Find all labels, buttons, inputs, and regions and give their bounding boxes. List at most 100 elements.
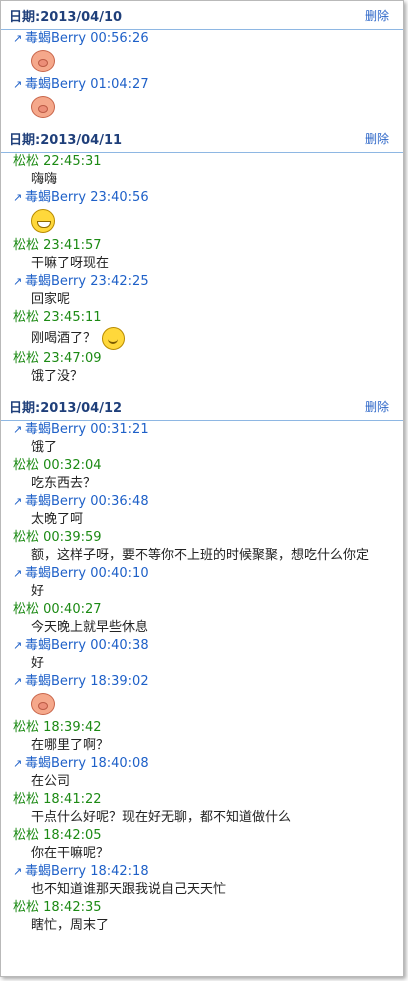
message-sender: 松松 22:45:31: [13, 153, 403, 171]
message-text-content: 刚喝酒了？: [31, 331, 97, 346]
sender-name-time: 毒蝎Berry 23:42:25: [25, 274, 149, 289]
sender-name-time: 松松 18:41:22: [13, 792, 102, 807]
message-text-content: 干点什么好呢？现在好无聊，都不知道做什么: [31, 810, 292, 825]
sender-name-time: 毒蝎Berry 00:36:48: [25, 494, 149, 509]
message-text-content: 饿了: [31, 440, 58, 455]
message-item: 松松 23:47:09 饿了没？: [1, 350, 403, 386]
sender-name-time: 松松 00:32:04: [13, 458, 102, 473]
grin-emoji-icon: [31, 209, 55, 233]
message-item: 松松 18:42:35 瞎忙，周末了: [1, 899, 403, 935]
sender-name-time: 松松 00:40:27: [13, 602, 102, 617]
message-text-content: 在公司: [31, 774, 71, 789]
pig-emoji-icon: [31, 50, 55, 72]
message-sender: ↗ 毒蝎Berry 00:31:21: [13, 421, 403, 439]
message-sender: ↗ 毒蝎Berry 18:39:02: [13, 673, 403, 691]
sender-name-time: 毒蝎Berry 00:40:10: [25, 566, 149, 581]
date-title: 日期:2013/04/10: [9, 9, 123, 25]
smile-emoji-icon: [102, 327, 126, 350]
message-text-content: 吃东西去？: [31, 476, 97, 491]
outgoing-arrow-icon: ↗: [13, 567, 23, 580]
message-text: 嗨嗨: [13, 171, 403, 189]
message-sender: ↗ 毒蝎Berry 00:56:26: [13, 30, 403, 48]
message-item: ↗ 毒蝎Berry 00:36:48 太晚了呵: [1, 493, 403, 529]
message-sender: 松松 18:39:42: [13, 719, 403, 737]
day-section: 日期:2013/04/12 删除 ↗ 毒蝎Berry 00:31:21 饿了 松松 00:…: [1, 392, 403, 935]
sender-name-time: 毒蝎Berry 00:56:26: [25, 31, 149, 46]
sender-name-time: 毒蝎Berry 18:39:02: [25, 674, 149, 689]
sender-name-time: 毒蝎Berry 18:40:08: [25, 756, 149, 771]
message-item: ↗ 毒蝎Berry 18:39:02: [1, 673, 403, 715]
message-sender: 松松 00:40:27: [13, 601, 403, 619]
message-text-content: 瞎忙，周末了: [31, 918, 110, 933]
message-text: 干点什么好呢？现在好无聊，都不知道做什么: [13, 809, 403, 827]
date-header: 日期:2013/04/11 删除: [1, 124, 403, 153]
delete-link[interactable]: 删除: [365, 398, 389, 415]
day-section: 日期:2013/04/10 删除 ↗ 毒蝎Berry 00:56:26 ↗ 毒蝎Berry…: [1, 1, 403, 118]
message-text-content: 在哪里了啊？: [31, 738, 110, 753]
message-sender: ↗ 毒蝎Berry 00:40:38: [13, 637, 403, 655]
message-sender: ↗ 毒蝎Berry 23:40:56: [13, 189, 403, 207]
message-item: 松松 18:39:42 在哪里了啊？: [1, 719, 403, 755]
message-text: 你在干嘛呢？: [13, 845, 403, 863]
message-sender: ↗ 毒蝎Berry 18:42:18: [13, 863, 403, 881]
chat-history-panel: 日期:2013/04/10 删除 ↗ 毒蝎Berry 00:56:26 ↗ 毒蝎Berry…: [0, 0, 404, 977]
message-item: 松松 00:40:27 今天晚上就早些休息: [1, 601, 403, 637]
message-item: ↗ 毒蝎Berry 18:42:18 也不知道谁那天跟我说自己天天忙: [1, 863, 403, 899]
delete-link[interactable]: 删除: [365, 130, 389, 147]
message-sender: ↗ 毒蝎Berry 00:40:10: [13, 565, 403, 583]
message-text-content: 额，这样子呀，要不等你不上班的时候聚聚，想吃什么你定: [31, 548, 370, 563]
message-text: 太晚了呵: [13, 511, 403, 529]
message-text-content: 也不知道谁那天跟我说自己天天忙: [31, 882, 227, 897]
message-item: 松松 23:45:11 刚喝酒了？: [1, 309, 403, 350]
message-text: 好: [13, 583, 403, 601]
message-sender: 松松 23:47:09: [13, 350, 403, 368]
outgoing-arrow-icon: ↗: [13, 275, 23, 288]
message-text: 在公司: [13, 773, 403, 791]
message-text: 回家呢: [13, 291, 403, 309]
message-item: 松松 00:39:59 额，这样子呀，要不等你不上班的时候聚聚，想吃什么你定: [1, 529, 403, 565]
message-sender: 松松 18:42:05: [13, 827, 403, 845]
sender-name-time: 松松 22:45:31: [13, 154, 102, 169]
message-text: 瞎忙，周末了: [13, 917, 403, 935]
message-sender: 松松 18:41:22: [13, 791, 403, 809]
date-header: 日期:2013/04/10 删除: [1, 1, 403, 30]
delete-link[interactable]: 删除: [365, 7, 389, 24]
message-text: 在哪里了啊？: [13, 737, 403, 755]
message-item: 松松 18:41:22 干点什么好呢？现在好无聊，都不知道做什么: [1, 791, 403, 827]
outgoing-arrow-icon: ↗: [13, 865, 23, 878]
message-sender: ↗ 毒蝎Berry 18:40:08: [13, 755, 403, 773]
date-title: 日期:2013/04/11: [9, 132, 123, 148]
message-text: 今天晚上就早些休息: [13, 619, 403, 637]
message-item: ↗ 毒蝎Berry 23:40:56: [1, 189, 403, 233]
message-text: 刚喝酒了？: [13, 327, 403, 350]
message-sender: 松松 00:32:04: [13, 457, 403, 475]
message-sender: ↗ 毒蝎Berry 01:04:27: [13, 76, 403, 94]
outgoing-arrow-icon: ↗: [13, 495, 23, 508]
outgoing-arrow-icon: ↗: [13, 757, 23, 770]
sender-name-time: 松松 18:39:42: [13, 720, 102, 735]
sender-name-time: 松松 00:39:59: [13, 530, 102, 545]
outgoing-arrow-icon: ↗: [13, 639, 23, 652]
sender-name-time: 毒蝎Berry 00:31:21: [25, 422, 149, 437]
message-sender: 松松 18:42:35: [13, 899, 403, 917]
message-item: ↗ 毒蝎Berry 00:40:38 好: [1, 637, 403, 673]
message-text-content: 你在干嘛呢？: [31, 846, 110, 861]
message-text-content: 饿了没？: [31, 369, 84, 384]
message-item: 松松 23:41:57 干嘛了呀现在: [1, 237, 403, 273]
outgoing-arrow-icon: ↗: [13, 78, 23, 91]
message-text: 干嘛了呀现在: [13, 255, 403, 273]
outgoing-arrow-icon: ↗: [13, 191, 23, 204]
outgoing-arrow-icon: ↗: [13, 423, 23, 436]
message-text-content: 回家呢: [31, 292, 71, 307]
message-text-content: 太晚了呵: [31, 512, 84, 527]
sender-name-time: 松松 23:41:57: [13, 238, 102, 253]
sender-name-time: 毒蝎Berry 00:40:38: [25, 638, 149, 653]
message-sender: 松松 23:45:11: [13, 309, 403, 327]
message-text-content: 今天晚上就早些休息: [31, 620, 149, 635]
message-item: 松松 00:32:04 吃东西去？: [1, 457, 403, 493]
message-item: ↗ 毒蝎Berry 18:40:08 在公司: [1, 755, 403, 791]
date-title: 日期:2013/04/12: [9, 400, 123, 416]
sender-name-time: 松松 18:42:35: [13, 900, 102, 915]
sender-name-time: 松松 18:42:05: [13, 828, 102, 843]
message-item: ↗ 毒蝎Berry 00:31:21 饿了: [1, 421, 403, 457]
